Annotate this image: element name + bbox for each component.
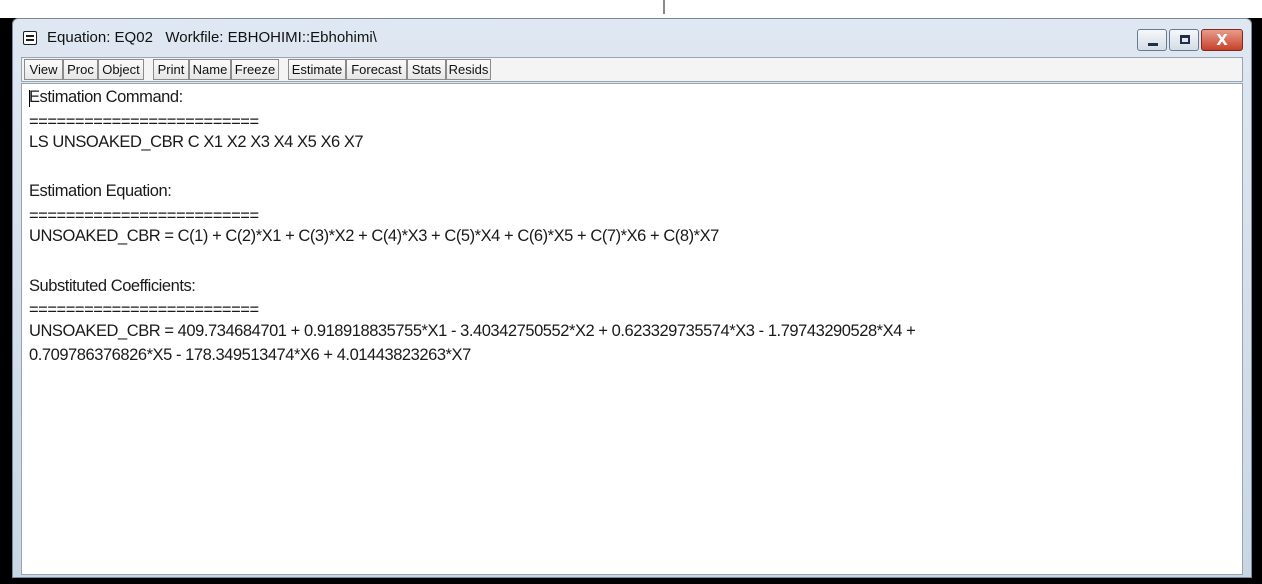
title-bar[interactable]: Equation: EQ02 Workfile: EBHOHIMI::Ebhoh… bbox=[13, 19, 1251, 55]
minimize-button[interactable] bbox=[1137, 29, 1167, 51]
substituted-equation-line-2: 0.709786376826*X5 - 178.349513474*X6 + 4… bbox=[29, 346, 471, 364]
proc-button[interactable]: Proc bbox=[63, 59, 98, 80]
estimation-equation: UNSOAKED_CBR = C(1) + C(2)*X1 + C(3)*X2 … bbox=[29, 227, 719, 245]
equation-text-area[interactable]: Estimation Command: ====================… bbox=[21, 83, 1243, 575]
maximize-icon bbox=[1180, 35, 1190, 44]
screenshot-frame: Equation: EQ02 Workfile: EBHOHIMI::Ebhoh… bbox=[0, 0, 1262, 584]
name-button[interactable]: Name bbox=[189, 59, 231, 80]
substituted-coefficients-heading: Substituted Coefficients: bbox=[29, 277, 196, 295]
forecast-button[interactable]: Forecast bbox=[346, 59, 407, 80]
close-button[interactable]: X bbox=[1201, 29, 1243, 51]
estimation-command: LS UNSOAKED_CBR C X1 X2 X3 X4 X5 X6 X7 bbox=[29, 133, 364, 151]
background-window-edge bbox=[0, 0, 1262, 18]
stats-button[interactable]: Stats bbox=[407, 59, 446, 80]
resids-button[interactable]: Resids bbox=[446, 59, 491, 80]
estimate-button[interactable]: Estimate bbox=[288, 59, 346, 80]
window-title: Equation: EQ02 Workfile: EBHOHIMI::Ebhoh… bbox=[47, 29, 377, 46]
system-menu-icon[interactable] bbox=[23, 31, 37, 45]
close-icon: X bbox=[1216, 31, 1228, 49]
equation-window: Equation: EQ02 Workfile: EBHOHIMI::Ebhoh… bbox=[12, 18, 1252, 578]
substituted-equation-line-1: UNSOAKED_CBR = 409.734684701 + 0.9189188… bbox=[29, 322, 916, 340]
object-button[interactable]: Object bbox=[98, 59, 144, 80]
separator-line: ========================= bbox=[29, 113, 259, 131]
minimize-icon bbox=[1148, 43, 1158, 46]
print-button[interactable]: Print bbox=[153, 59, 189, 80]
estimation-command-heading: Estimation Command: bbox=[29, 88, 183, 106]
background-divider bbox=[663, 0, 665, 14]
separator-line: ========================= bbox=[29, 301, 259, 319]
separator-line: ========================= bbox=[29, 207, 259, 225]
estimation-equation-heading: Estimation Equation: bbox=[29, 182, 172, 200]
equation-toolbar: View Proc Object Print Name Freeze Estim… bbox=[21, 57, 1243, 82]
maximize-button[interactable] bbox=[1169, 29, 1199, 51]
freeze-button[interactable]: Freeze bbox=[231, 59, 279, 80]
view-button[interactable]: View bbox=[24, 59, 63, 80]
